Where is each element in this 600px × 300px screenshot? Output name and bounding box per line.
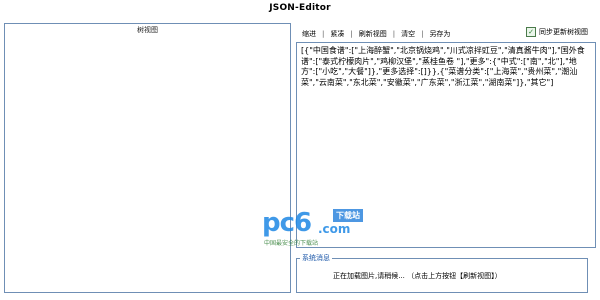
system-message-box: 系统消息 正在加载图片,请稍候... （点击上方按钮【刷新视图】） [296, 253, 588, 293]
pc6-watermark-logo: pc6 .com 下载站 中国最安全的下载站 [262, 208, 382, 248]
tree-view-panel[interactable]: 树视图 [4, 23, 291, 293]
system-message-title: 系统消息 [300, 253, 332, 263]
app-title: JSON-Editor [269, 3, 331, 13]
refresh-view-button[interactable]: 刷新视图 [353, 29, 393, 39]
sync-tree-view-toggle[interactable]: ✓ 同步更新树视图 [526, 27, 588, 37]
system-message-text: 正在加载图片,请稍候... （点击上方按钮【刷新视图】） [333, 272, 502, 280]
save-as-button[interactable]: 另存为 [423, 29, 456, 39]
watermark-domain: .com [318, 222, 351, 236]
indent-button[interactable]: 缩进 [296, 29, 322, 39]
sync-label: 同步更新树视图 [539, 28, 588, 36]
clear-button[interactable]: 清空 [395, 29, 421, 39]
watermark-tag: 下载站 [333, 209, 363, 222]
watermark-slogan: 中国最安全的下载站 [264, 240, 319, 247]
tree-view-title: 树视图 [137, 26, 158, 34]
watermark-brand: pc6 [262, 208, 312, 238]
sync-checkbox[interactable]: ✓ [526, 27, 536, 37]
compact-button[interactable]: 紧凑 [324, 29, 350, 39]
